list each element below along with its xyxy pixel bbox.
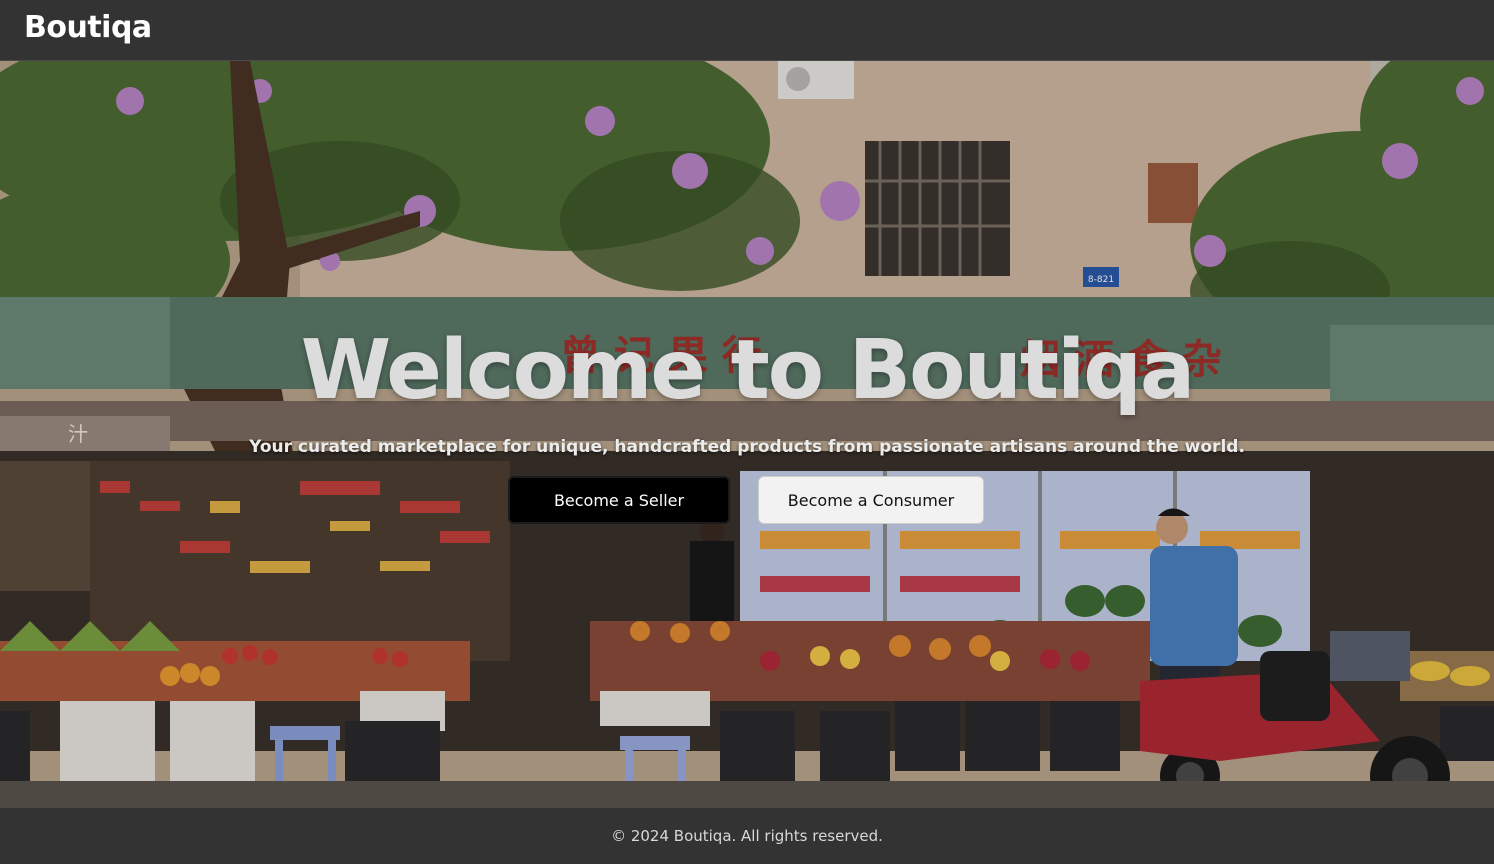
hero-title: Welcome to Boutiqa bbox=[300, 323, 1195, 418]
footer-copyright: © 2024 Boutiqa. All rights reserved. bbox=[611, 827, 883, 845]
hero-subtitle: Your curated marketplace for unique, han… bbox=[249, 437, 1245, 457]
hero-section: 8-821 曾 记 果 行 烟 酒 食 杂 汁 Welcome to Bouti… bbox=[0, 61, 1494, 808]
site-logo[interactable]: Boutiqa bbox=[24, 10, 152, 45]
become-seller-button[interactable]: Become a Seller bbox=[508, 476, 730, 524]
site-header: Boutiqa bbox=[0, 0, 1494, 61]
site-footer: © 2024 Boutiqa. All rights reserved. bbox=[0, 808, 1494, 864]
become-consumer-button[interactable]: Become a Consumer bbox=[758, 476, 984, 524]
hero-overlay bbox=[0, 61, 1494, 808]
